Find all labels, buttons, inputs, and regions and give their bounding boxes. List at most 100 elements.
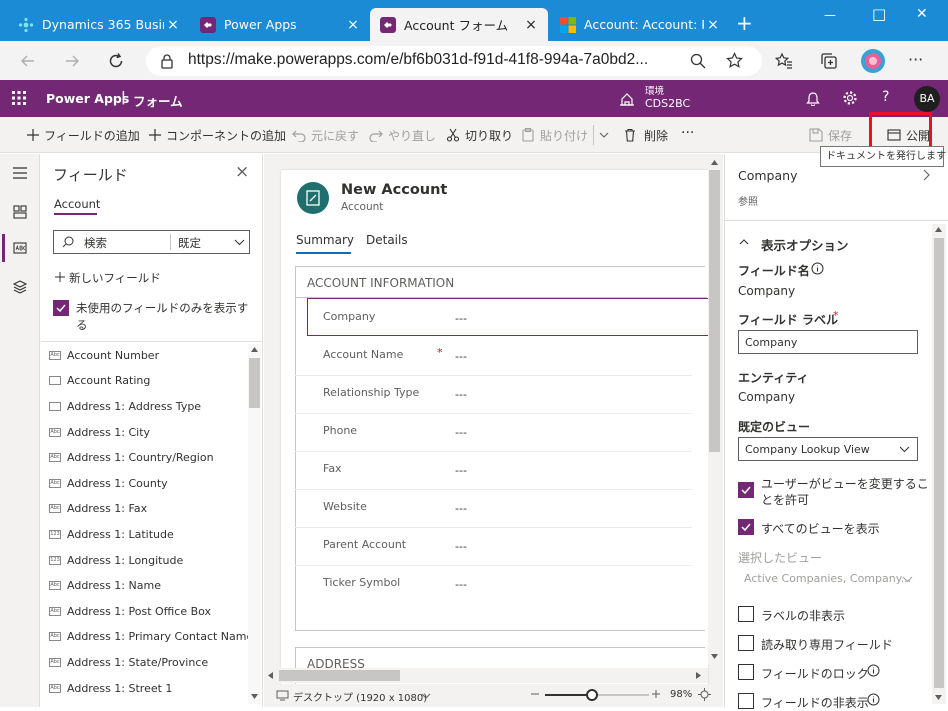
scroll-right-icon[interactable] [696, 672, 701, 679]
chevron-up-icon[interactable] [739, 238, 749, 245]
notification-bell-icon[interactable] [806, 91, 820, 106]
new-field-button[interactable]: 新しいフィールド [69, 270, 161, 286]
components-icon[interactable] [13, 205, 27, 219]
scrollbar-thumb[interactable] [249, 358, 260, 408]
properties-scrollbar[interactable] [932, 224, 946, 704]
zoom-in-icon[interactable] [651, 688, 661, 700]
tab-close-icon[interactable]: × [344, 17, 362, 33]
form-field-ticker-symbol[interactable]: Ticker Symbol --- [295, 566, 692, 604]
field-list-item[interactable]: 123 Address 1: Longitude [49, 548, 183, 572]
redo-button[interactable]: やり直し [388, 127, 436, 144]
unused-only-checkbox[interactable] [53, 300, 69, 316]
tree-view-layers-icon[interactable] [13, 280, 27, 294]
zoom-slider-thumb[interactable] [585, 689, 598, 701]
field-list-item[interactable]: Abc Address 1: Fax [49, 496, 147, 520]
canvas-vertical-scrollbar[interactable] [708, 156, 721, 664]
form-field-account-name[interactable]: Account Name * --- [295, 338, 692, 376]
field-label-input[interactable]: Company [738, 330, 918, 354]
hamburger-menu-icon[interactable] [13, 167, 27, 179]
scroll-up-icon[interactable] [935, 227, 942, 232]
window-close-button[interactable]: ✕ [916, 6, 928, 22]
info-icon[interactable] [867, 664, 880, 677]
minimize-button[interactable]: — [824, 8, 836, 22]
cut-button[interactable]: 切り取り [465, 127, 513, 144]
tab-close-icon[interactable]: × [704, 17, 722, 33]
allow-change-view-checkbox[interactable] [738, 482, 754, 498]
back-icon[interactable] [20, 53, 36, 69]
form-field-phone[interactable]: Phone --- [295, 414, 692, 452]
field-list-item[interactable]: Abc Address 1: Country/Region [49, 445, 214, 469]
tab-account-form[interactable]: Account フォーム × [370, 8, 548, 41]
info-icon[interactable] [811, 262, 824, 275]
url-bar[interactable]: https://make.powerapps.com/e/bf6b031d-f9… [146, 46, 762, 76]
field-list-item[interactable]: Account Rating [49, 368, 150, 392]
show-all-views-checkbox[interactable] [738, 519, 754, 535]
field-list-item[interactable]: Abc Address 1: Street 1 [49, 676, 172, 700]
delete-button[interactable]: 削除 [644, 127, 668, 144]
paste-button[interactable]: 貼り付け [540, 127, 588, 144]
field-list-item[interactable]: Abc Address 1: Post Office Box [49, 599, 211, 623]
field-list-item[interactable]: Abc Address 1: Name [49, 573, 161, 597]
display-options-header[interactable]: 表示オプション [761, 235, 849, 254]
settings-gear-icon[interactable] [842, 90, 858, 106]
device-selector[interactable]: デスクトップ (1920 x 1080) [293, 689, 427, 704]
form-field-parent-account[interactable]: Parent Account --- [295, 528, 692, 566]
form-field-company[interactable]: Company --- [295, 300, 692, 338]
field-list-item[interactable]: Abc Address 1: Primary Contact Name [49, 624, 253, 648]
form-field-fax[interactable]: Fax --- [295, 452, 692, 490]
user-avatar[interactable]: BA [914, 86, 940, 112]
collections-icon[interactable] [820, 52, 838, 70]
save-button[interactable]: 保存 [828, 127, 852, 144]
scroll-down-icon[interactable] [935, 695, 942, 700]
selected-views-dropdown[interactable]: Active Companies, Company... [738, 568, 918, 590]
fit-to-screen-icon[interactable] [698, 688, 711, 701]
scroll-down-icon[interactable] [251, 694, 258, 699]
scrollbar-thumb[interactable] [709, 170, 720, 452]
favorites-icon[interactable] [775, 52, 793, 70]
field-list-item[interactable]: Abc Address 1: City [49, 420, 150, 444]
tab-account[interactable]: Account [54, 197, 100, 211]
add-field-button[interactable]: フィールドの追加 [44, 127, 140, 144]
zoom-slider[interactable] [545, 689, 649, 701]
browser-menu-button[interactable]: ··· [908, 50, 923, 69]
more-commands-button[interactable]: ··· [681, 125, 694, 141]
field-list-item[interactable]: Abc Address 1: State/Province [49, 650, 208, 674]
app-launcher-icon[interactable] [12, 91, 26, 105]
default-view-dropdown[interactable]: Company Lookup View [738, 437, 918, 461]
fields-icon[interactable] [13, 241, 27, 255]
forward-icon[interactable] [64, 53, 80, 69]
chevron-right-icon[interactable] [923, 169, 931, 181]
profile-icon[interactable] [860, 48, 886, 74]
tab-close-icon[interactable]: × [164, 17, 182, 33]
tab-close-icon[interactable]: × [522, 17, 540, 33]
form-field-website[interactable]: Website --- [295, 490, 692, 528]
undo-button[interactable]: 元に戻す [311, 127, 359, 144]
help-button[interactable]: ? [882, 89, 889, 105]
chevron-down-icon[interactable] [599, 130, 609, 140]
form-tab-details[interactable]: Details [366, 233, 408, 247]
search-input[interactable]: 検索 [84, 235, 107, 251]
field-list-item[interactable]: Abc Address 1: County [49, 471, 168, 495]
tab-powerapps[interactable]: Power Apps × [190, 8, 370, 41]
add-component-button[interactable]: コンポーネントの追加 [166, 127, 286, 144]
field-list-item[interactable]: Address 1: Address Type [49, 394, 201, 418]
chevron-down-icon[interactable] [234, 239, 245, 246]
zoom-search-icon[interactable] [690, 53, 706, 69]
field-list-scrollbar[interactable] [248, 344, 261, 704]
scroll-left-icon[interactable] [268, 672, 273, 679]
lock-field-checkbox[interactable] [738, 664, 754, 680]
refresh-icon[interactable] [107, 52, 125, 70]
canvas-horizontal-scrollbar[interactable] [265, 668, 708, 683]
new-tab-button[interactable]: + [736, 11, 753, 35]
maximize-button[interactable]: □ [872, 5, 886, 23]
info-icon[interactable] [867, 693, 880, 706]
tab-account-publish[interactable]: Account: Account: Pu × [550, 8, 730, 41]
chevron-down-icon[interactable] [421, 693, 431, 699]
publish-button[interactable]: 公開 [906, 127, 930, 144]
fields-panel-close-icon[interactable]: × [235, 162, 249, 182]
hide-label-checkbox[interactable] [738, 606, 754, 622]
scrollbar-thumb[interactable] [934, 238, 944, 688]
tab-dynamics[interactable]: Dynamics 365 Busine × [8, 8, 190, 41]
scroll-up-icon[interactable] [251, 347, 258, 352]
form-tab-summary[interactable]: Summary [296, 233, 354, 247]
